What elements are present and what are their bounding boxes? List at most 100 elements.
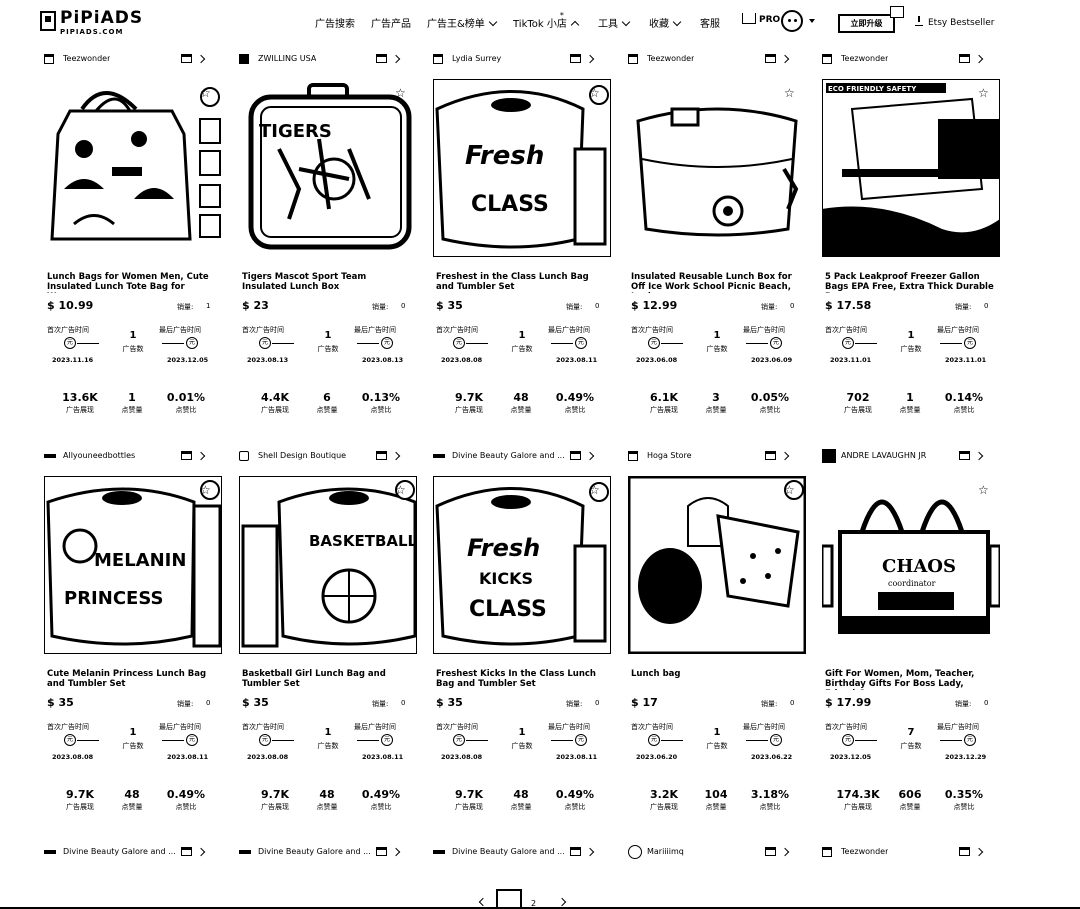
product-thumbnail[interactable]: Fresh CLASS ☆ [432, 78, 612, 258]
chevron-right-icon[interactable] [196, 451, 206, 461]
nav-tiktok-shop[interactable]: TikTok 小店 * [513, 11, 580, 30]
pagination-current-page[interactable] [496, 889, 522, 909]
product-card[interactable]: Allyouneedbottles MELANIN PRINCESS ☆ Cut… [43, 448, 223, 811]
product-title[interactable]: Cute Melanin Princess Lunch Bag and Tumb… [47, 669, 217, 690]
external-link-icon[interactable] [181, 54, 192, 63]
star-icon[interactable]: ☆ [589, 87, 600, 99]
product-thumbnail[interactable]: ☆ [44, 79, 222, 257]
external-link-icon[interactable] [376, 54, 387, 63]
star-icon[interactable]: ☆ [589, 484, 600, 496]
store-name[interactable]: Teezwonder [841, 51, 888, 67]
store-name[interactable]: Hoga Store [647, 448, 692, 464]
external-link-icon[interactable] [570, 847, 581, 856]
product-thumbnail[interactable]: ☆ [628, 79, 806, 257]
store-name[interactable]: Divine Beauty Galore and ... [452, 844, 565, 860]
store-name[interactable]: Divine Beauty Galore and ... [63, 844, 176, 860]
star-icon[interactable]: ☆ [200, 87, 211, 99]
product-title[interactable]: 5 Pack Leakproof Freezer Gallon Bags EPA… [825, 272, 995, 293]
external-link-icon[interactable] [765, 847, 776, 856]
store-name[interactable]: ANDRE LAVAUGHN JR [841, 448, 926, 464]
nav-ad-products[interactable]: 广告产品 [371, 15, 411, 30]
chevron-right-icon[interactable] [391, 847, 401, 857]
product-thumbnail[interactable]: ECO FRIENDLY SAFETY ☆ [821, 78, 1001, 258]
external-link-icon[interactable] [376, 451, 387, 460]
chevron-right-icon[interactable] [196, 54, 206, 64]
product-card[interactable]: Shell Design Boutique BASKETBALL ☆ Baske… [238, 448, 418, 811]
external-link-icon[interactable] [181, 847, 192, 856]
product-card[interactable]: Teezwonder ☆ Insulated Reusable Lunch Bo… [628, 51, 806, 414]
product-card[interactable]: Divine Beauty Galore and ... Fresh KICKS… [432, 448, 612, 811]
chevron-right-icon[interactable] [391, 54, 401, 64]
external-link-icon[interactable] [570, 451, 581, 460]
chevron-right-icon[interactable] [780, 54, 790, 64]
star-icon[interactable]: ☆ [784, 484, 795, 496]
pipiads-logo[interactable]: PiPiADS PIPIADS.COM [40, 8, 142, 37]
product-thumbnail[interactable]: CHAOS coordinator ☆ [820, 476, 1002, 654]
nav-tools[interactable]: 工具 [598, 15, 631, 30]
pro-button[interactable]: PRO [742, 13, 780, 25]
chevron-right-icon[interactable] [585, 54, 595, 64]
store-name[interactable]: Teezwonder [647, 51, 694, 67]
star-icon[interactable]: ☆ [784, 87, 795, 99]
etsy-bestseller-link[interactable]: Etsy Bestseller [915, 16, 995, 28]
product-card-header[interactable]: Divine Beauty Galore and ... [44, 844, 222, 860]
product-title[interactable]: Freshest in the Class Lunch Bag and Tumb… [436, 272, 606, 293]
chevron-right-icon[interactable] [585, 451, 595, 461]
product-title[interactable]: Insulated Reusable Lunch Box for Off Ice… [631, 272, 801, 293]
product-title[interactable]: Lunch bag [631, 669, 801, 690]
product-card[interactable]: ANDRE LAVAUGHN JR CHAOS coordinator ☆ Gi… [820, 448, 1002, 811]
external-link-icon[interactable] [765, 451, 776, 460]
product-title[interactable]: Basketball Girl Lunch Bag and Tumbler Se… [242, 669, 412, 690]
pagination-next[interactable] [557, 897, 567, 907]
product-card[interactable]: Hoga Store ☆ Lunch bag $ 17 销量: 0 首次广告时间… [627, 448, 807, 811]
store-name[interactable]: Lydia Surrey [452, 51, 501, 67]
store-name[interactable]: Teezwonder [841, 844, 888, 860]
star-icon[interactable]: ☆ [395, 484, 406, 496]
product-card[interactable]: Teezwonder ECO FRIENDLY SAFETY ☆ 5 Pack … [821, 51, 1001, 414]
store-name[interactable]: Shell Design Boutique [258, 448, 346, 464]
user-avatar[interactable] [781, 10, 803, 32]
star-icon[interactable]: ☆ [978, 87, 989, 99]
nav-support[interactable]: 客服 [700, 15, 720, 30]
external-link-icon[interactable] [959, 451, 970, 460]
external-link-icon[interactable] [376, 847, 387, 856]
chevron-right-icon[interactable] [974, 847, 984, 857]
external-link-icon[interactable] [959, 54, 970, 63]
external-link-icon[interactable] [959, 847, 970, 856]
store-name[interactable]: ZWILLING USA [258, 51, 316, 67]
product-card-header[interactable]: Divine Beauty Galore and ... [433, 844, 611, 860]
product-title[interactable]: Lunch Bags for Women Men, Cute Insulated… [47, 272, 217, 293]
product-thumbnail[interactable]: TIGERS ☆ [239, 79, 417, 257]
product-card-header[interactable]: Mariiiimq [628, 844, 806, 860]
chevron-right-icon[interactable] [974, 54, 984, 64]
product-thumbnail[interactable]: BASKETBALL ☆ [238, 475, 418, 655]
product-card[interactable]: ZWILLING USA TIGERS ☆ Tigers Mascot Spor… [239, 51, 417, 414]
store-name[interactable]: Mariiiimq [647, 844, 684, 860]
external-link-icon[interactable] [765, 54, 776, 63]
chevron-right-icon[interactable] [780, 847, 790, 857]
product-card[interactable]: Teezwonder ☆ Lunch Bags for Women Men, C… [44, 51, 222, 414]
chevron-down-icon[interactable] [809, 19, 815, 23]
star-icon[interactable]: ☆ [200, 484, 211, 496]
chevron-right-icon[interactable] [585, 847, 595, 857]
store-name[interactable]: Teezwonder [63, 51, 110, 67]
product-title[interactable]: Tigers Mascot Sport Team Insulated Lunch… [242, 272, 412, 293]
star-icon[interactable]: ☆ [978, 484, 989, 496]
chevron-right-icon[interactable] [391, 451, 401, 461]
product-thumbnail[interactable]: ☆ [627, 475, 807, 655]
product-card[interactable]: Lydia Surrey Fresh CLASS ☆ Freshest in t… [432, 51, 612, 414]
product-title[interactable]: Freshest Kicks In the Class Lunch Bag an… [436, 669, 606, 690]
external-link-icon[interactable] [570, 54, 581, 63]
nav-favorites[interactable]: 收藏 [649, 15, 682, 30]
chevron-right-icon[interactable] [780, 451, 790, 461]
product-thumbnail[interactable]: MELANIN PRINCESS ☆ [43, 475, 223, 655]
pagination-prev[interactable] [478, 897, 488, 907]
star-icon[interactable]: ☆ [395, 87, 406, 99]
product-card-header[interactable]: Teezwonder [822, 844, 1000, 860]
nav-ad-rankings[interactable]: 广告王&榜单 [427, 15, 498, 30]
nav-ad-search[interactable]: 广告搜索 [315, 15, 355, 30]
external-link-icon[interactable] [181, 451, 192, 460]
product-card-header[interactable]: Divine Beauty Galore and ... [239, 844, 417, 860]
product-thumbnail[interactable]: Fresh KICKS CLASS ☆ [432, 475, 612, 655]
store-name[interactable]: Divine Beauty Galore and ... [258, 844, 371, 860]
